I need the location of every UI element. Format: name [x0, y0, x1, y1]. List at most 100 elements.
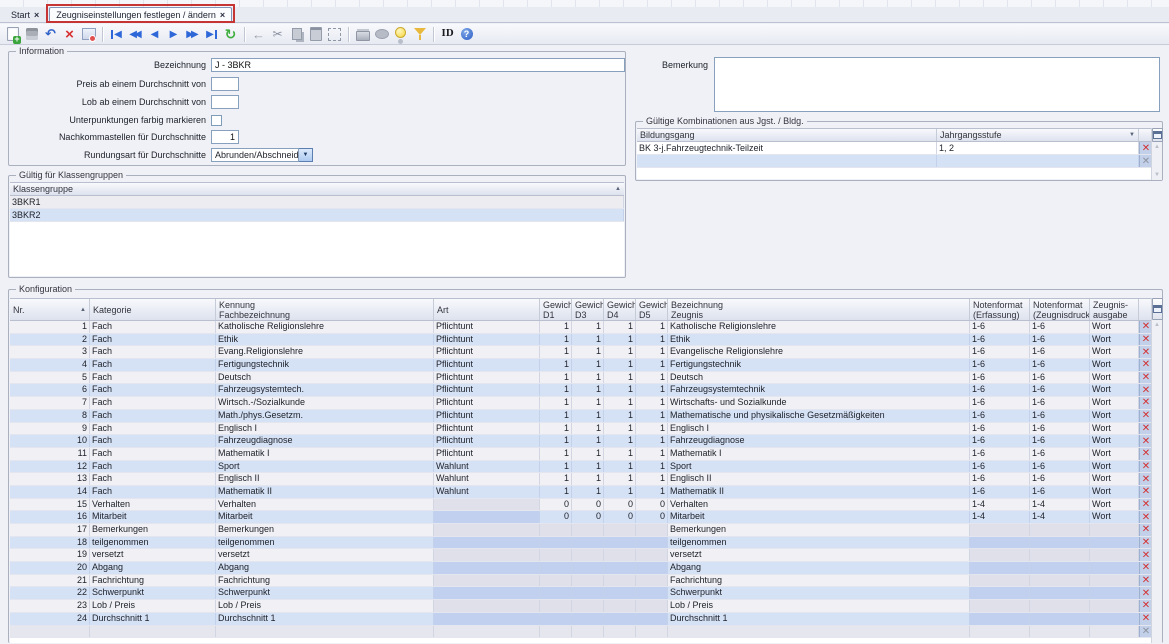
cell-bezeichnung-zeugnis[interactable]: Abgang: [668, 562, 970, 574]
cell-gewicht-d4[interactable]: 1: [604, 410, 636, 422]
cell-notenformat-zeugnisdruck[interactable]: 1-6: [1030, 473, 1090, 485]
column-header-gewicht-d1[interactable]: GewichtD1: [540, 299, 572, 320]
lob-input[interactable]: [211, 95, 239, 109]
cell-gewicht-d3[interactable]: 1: [572, 423, 604, 435]
cell-gewicht-d4[interactable]: 1: [604, 461, 636, 473]
column-header-gewicht-d5[interactable]: GewichtD5: [636, 299, 668, 320]
table-row[interactable]: BK 3-j.Fahrzeugtechnik-Teilzeit1, 2✕: [637, 142, 1161, 155]
cell-gewicht-d3[interactable]: 1: [572, 346, 604, 358]
cell-notenformat-zeugnisdruck[interactable]: 1-6: [1030, 372, 1090, 384]
cell-kategorie[interactable]: Bemerkungen: [90, 524, 216, 536]
cell-notenformat-zeugnisdruck[interactable]: 1-6: [1030, 435, 1090, 447]
cell-gewicht-d1[interactable]: 0: [540, 499, 572, 511]
cell-nr[interactable]: 13: [10, 473, 90, 485]
cell-gewicht-d5[interactable]: 1: [636, 486, 668, 498]
cell-notenformat-zeugnisdruck[interactable]: 1-6: [1030, 486, 1090, 498]
column-header-notenformat-erfassung[interactable]: Notenformat(Erfassung): [970, 299, 1030, 320]
cell-gewicht-d5[interactable]: 0: [636, 499, 668, 511]
cell-bezeichnung-zeugnis[interactable]: Evangelische Religionslehre: [668, 346, 970, 358]
bezeichnung-input[interactable]: [211, 58, 625, 72]
cell-zeugnisausgabe[interactable]: Wort: [1090, 511, 1139, 523]
cell-gewicht-d3[interactable]: 1: [572, 397, 604, 409]
cell-gewicht-d1[interactable]: 1: [540, 321, 572, 333]
new-record-button[interactable]: [4, 26, 21, 43]
table-row[interactable]: 2FachEthikPflichtunt1111Ethik1-61-6Wort✕: [10, 334, 1161, 347]
cell-art[interactable]: Pflichtunt: [434, 423, 540, 435]
cell-gewicht-d1[interactable]: 1: [540, 448, 572, 460]
cell-gewicht-d1[interactable]: 1: [540, 473, 572, 485]
cell-gewicht-d4[interactable]: 1: [604, 359, 636, 371]
cell-gewicht-d4[interactable]: 1: [604, 384, 636, 396]
table-row[interactable]: 3FachEvang.ReligionslehrePflichtunt1111E…: [10, 346, 1161, 359]
nav-first-button[interactable]: [108, 26, 125, 43]
column-header-zeugnisausgabe[interactable]: Zeugnis-ausgabe: [1090, 299, 1139, 320]
cell-notenformat-erfassung[interactable]: 1-6: [970, 334, 1030, 346]
cell-notenformat-erfassung[interactable]: 1-6: [970, 384, 1030, 396]
cell-kennung[interactable]: Deutsch: [216, 372, 434, 384]
cell-kennung[interactable]: versetzt: [216, 549, 434, 561]
cell-kennung[interactable]: Bemerkungen: [216, 524, 434, 536]
cell-art[interactable]: Pflichtunt: [434, 334, 540, 346]
unterpunktungen-checkbox[interactable]: [211, 115, 222, 126]
cell-gewicht-d1[interactable]: 1: [540, 397, 572, 409]
cell-kennung[interactable]: Lob / Preis: [216, 600, 434, 612]
cell-kategorie[interactable]: Fach: [90, 321, 216, 333]
cell-kennung[interactable]: Englisch II: [216, 473, 434, 485]
cell-kategorie[interactable]: Fachrichtung: [90, 575, 216, 587]
table-row[interactable]: 4FachFertigungstechnikPflichtunt1111Fert…: [10, 359, 1161, 372]
cell-art[interactable]: Pflichtunt: [434, 435, 540, 447]
cell-gewicht-d1[interactable]: 1: [540, 334, 572, 346]
cell-zeugnisausgabe[interactable]: Wort: [1090, 346, 1139, 358]
cell-bezeichnung-zeugnis[interactable]: versetzt: [668, 549, 970, 561]
cell-kennung[interactable]: Mitarbeit: [216, 511, 434, 523]
column-header-nr[interactable]: Nr. ▲: [10, 299, 90, 320]
cell-gewicht-d3[interactable]: 1: [572, 384, 604, 396]
cell-art[interactable]: Pflichtunt: [434, 397, 540, 409]
cell-bezeichnung-zeugnis[interactable]: Ethik: [668, 334, 970, 346]
cell-zeugnisausgabe[interactable]: Wort: [1090, 423, 1139, 435]
cell-notenformat-erfassung[interactable]: 1-6: [970, 461, 1030, 473]
cell-gewicht-d5[interactable]: 1: [636, 473, 668, 485]
cell-notenformat-zeugnisdruck[interactable]: 1-6: [1030, 410, 1090, 422]
nav-last-button[interactable]: [203, 26, 220, 43]
cell-zeugnisausgabe[interactable]: Wort: [1090, 499, 1139, 511]
cell-kennung[interactable]: Mathematik II: [216, 486, 434, 498]
cell-nr[interactable]: 4: [10, 359, 90, 371]
table-row[interactable]: 5FachDeutschPflichtunt1111Deutsch1-61-6W…: [10, 372, 1161, 385]
close-icon[interactable]: ×: [220, 10, 225, 20]
arrow-back-button[interactable]: [250, 26, 267, 43]
cell-gewicht-d5[interactable]: 1: [636, 461, 668, 473]
cell-bezeichnung-zeugnis[interactable]: Englisch I: [668, 423, 970, 435]
cell-kennung[interactable]: Fertigungstechnik: [216, 359, 434, 371]
paste-button[interactable]: [307, 26, 324, 43]
cell-bezeichnung-zeugnis[interactable]: Schwerpunkt: [668, 587, 970, 599]
cell-kennung[interactable]: Wirtsch.-/Sozialkunde: [216, 397, 434, 409]
cell-notenformat-zeugnisdruck[interactable]: 1-6: [1030, 448, 1090, 460]
tab-start[interactable]: Start ×: [5, 7, 45, 22]
delete-record-button[interactable]: [61, 26, 78, 43]
filter-dropdown-icon[interactable]: ▼: [1129, 132, 1135, 138]
cell-notenformat-zeugnisdruck[interactable]: 1-4: [1030, 499, 1090, 511]
scroll-up-icon[interactable]: ▲: [1154, 322, 1160, 328]
nav-forward-button[interactable]: [165, 26, 182, 43]
cell-bezeichnung-zeugnis[interactable]: Fahrzeugdiagnose: [668, 435, 970, 447]
cell-zeugnisausgabe[interactable]: Wort: [1090, 397, 1139, 409]
table-row[interactable]: 9FachEnglisch IPflichtunt1111Englisch I1…: [10, 423, 1161, 436]
cell-kategorie[interactable]: Fach: [90, 397, 216, 409]
cell-nr[interactable]: 19: [10, 549, 90, 561]
table-row[interactable]: 6FachFahrzeugsystemtech.Pflichtunt1111Fa…: [10, 384, 1161, 397]
cell-kennung[interactable]: Evang.Religionslehre: [216, 346, 434, 358]
cell-nr[interactable]: 18: [10, 537, 90, 549]
nav-fast-back-button[interactable]: [127, 26, 144, 43]
list-item[interactable]: 3BKR1: [10, 196, 624, 209]
cell-kategorie[interactable]: Schwerpunkt: [90, 587, 216, 599]
cell-notenformat-erfassung[interactable]: 1-4: [970, 511, 1030, 523]
cell-gewicht-d1[interactable]: 1: [540, 435, 572, 447]
cell-gewicht-d4[interactable]: 1: [604, 372, 636, 384]
cell-gewicht-d1[interactable]: 1: [540, 486, 572, 498]
cell-nr[interactable]: 14: [10, 486, 90, 498]
column-header-kategorie[interactable]: Kategorie: [90, 299, 216, 320]
column-header-klassengruppe[interactable]: Klassengruppe ▲: [10, 183, 624, 195]
cell-kennung[interactable]: Katholische Religionslehre: [216, 321, 434, 333]
cell-notenformat-zeugnisdruck[interactable]: 1-6: [1030, 461, 1090, 473]
